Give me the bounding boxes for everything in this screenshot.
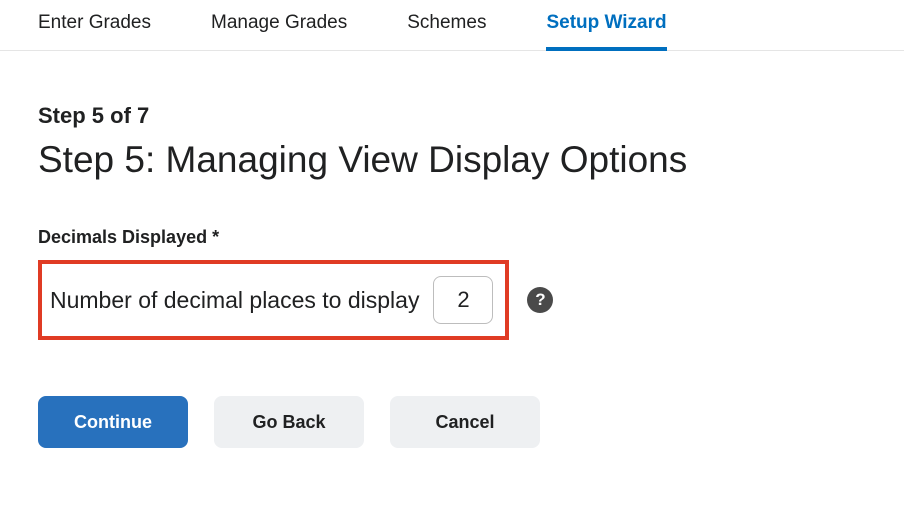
tab-enter-grades[interactable]: Enter Grades (38, 12, 151, 50)
action-buttons: Continue Go Back Cancel (38, 396, 866, 448)
tab-setup-wizard[interactable]: Setup Wizard (546, 12, 666, 50)
go-back-button[interactable]: Go Back (214, 396, 364, 448)
tab-bar: Enter Grades Manage Grades Schemes Setup… (0, 0, 904, 51)
decimal-field-row: Number of decimal places to display (50, 276, 493, 324)
help-icon[interactable]: ? (527, 287, 553, 313)
highlight-box: Number of decimal places to display (38, 260, 509, 340)
wizard-content: Step 5 of 7 Step 5: Managing View Displa… (0, 51, 904, 448)
cancel-button[interactable]: Cancel (390, 396, 540, 448)
step-indicator: Step 5 of 7 (38, 103, 866, 129)
section-label-decimals: Decimals Displayed * (38, 227, 866, 248)
continue-button[interactable]: Continue (38, 396, 188, 448)
decimal-places-input[interactable] (433, 276, 493, 324)
tab-manage-grades[interactable]: Manage Grades (211, 12, 347, 50)
step-title: Step 5: Managing View Display Options (38, 139, 866, 181)
tab-schemes[interactable]: Schemes (407, 12, 486, 50)
decimal-places-label: Number of decimal places to display (50, 287, 419, 314)
